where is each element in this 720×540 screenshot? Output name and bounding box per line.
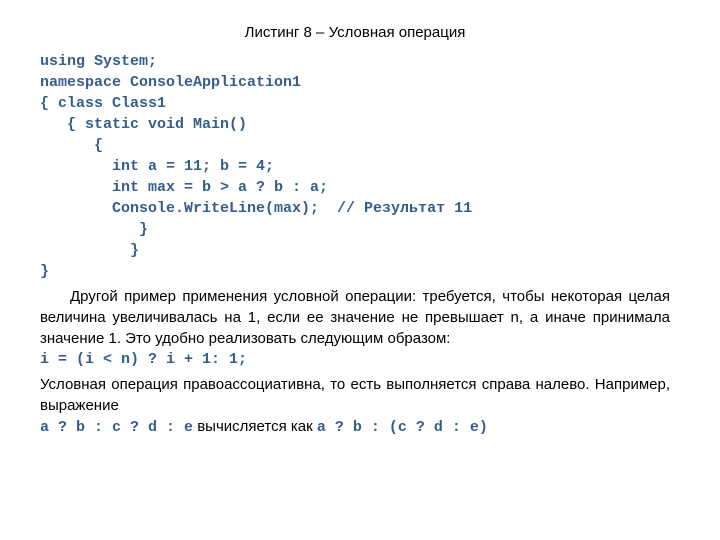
code-line: Console.WriteLine(max); // Результат 11 [40, 200, 472, 217]
expr-mid: вычисляется как [193, 418, 317, 435]
code-line: { class Class1 [40, 95, 166, 112]
code-line: using System; [40, 53, 157, 70]
code-block: using System; namespace ConsoleApplicati… [40, 51, 670, 282]
final-line: a ? b : с ? d : е вычисляется как a ? b … [40, 416, 670, 438]
code-line: int a = 11; b = 4; [40, 158, 274, 175]
code-line: int max = b > a ? b : a; [40, 179, 328, 196]
code-line: { static void Main() [40, 116, 247, 133]
paragraph-1: Другой пример применения условной операц… [40, 286, 670, 349]
code-line: namespace ConsoleApplication1 [40, 74, 301, 91]
code-line: } [40, 242, 139, 259]
paragraph-2: Условная операция правоассоциативна, то … [40, 374, 670, 416]
code-line: } [40, 221, 148, 238]
listing-title: Листинг 8 – Условная операция [40, 22, 670, 43]
expr-right: a ? b : (с ? d : е) [317, 419, 488, 436]
expression-1: i = (i < n) ? i + 1: 1; [40, 349, 670, 370]
expr-left: a ? b : с ? d : е [40, 419, 193, 436]
code-line: } [40, 263, 49, 280]
code-line: { [40, 137, 103, 154]
